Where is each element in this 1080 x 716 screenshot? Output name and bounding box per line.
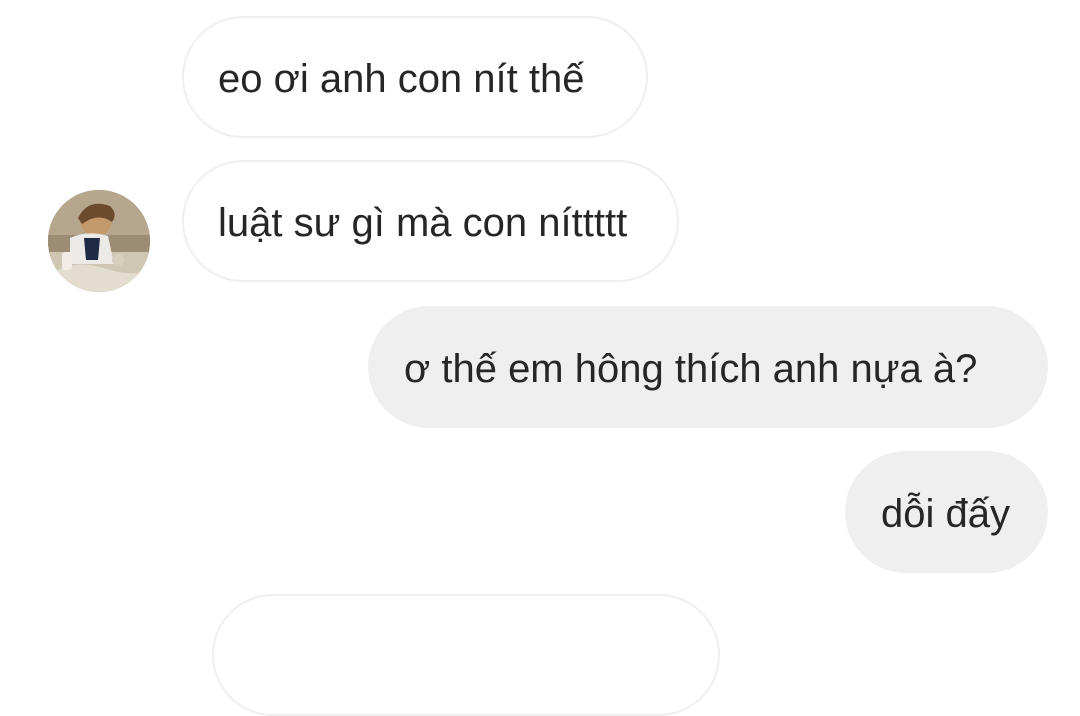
outgoing-message-bubble[interactable]: dỗi đấy (845, 451, 1048, 573)
partially-visible-message-bubble[interactable] (212, 594, 720, 716)
message-text: dỗi đấy (881, 492, 1010, 536)
incoming-message-bubble[interactable]: luật sư gì mà con níttttt (182, 160, 679, 282)
incoming-message-bubble[interactable]: eo ơi anh con nít thế (182, 16, 648, 138)
avatar-photo-icon (48, 190, 150, 292)
message-text: luật sư gì mà con níttttt (218, 201, 628, 245)
outgoing-message-bubble[interactable]: ơ thế em hông thích anh nựa à? (368, 306, 1048, 428)
contact-avatar[interactable] (48, 190, 150, 292)
message-text: eo ơi anh con nít thế (218, 57, 585, 101)
message-text: ơ thế em hông thích anh nựa à? (404, 347, 978, 391)
